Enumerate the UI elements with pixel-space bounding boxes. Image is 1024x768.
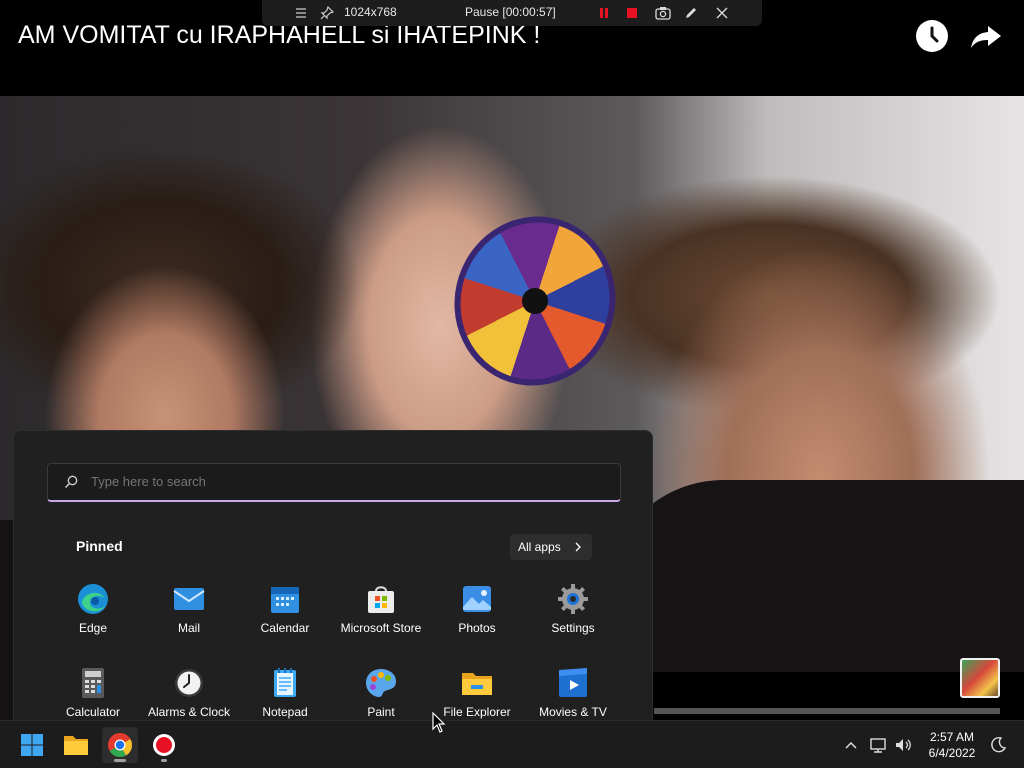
gear-icon [558, 584, 588, 614]
menu-icon[interactable] [294, 6, 308, 20]
recorder-resolution: 1024x768 [344, 5, 397, 19]
recorder-toolbar: 1024x768 Pause [00:00:57] [262, 0, 762, 26]
pinned-heading: Pinned [76, 538, 123, 554]
app-label: Movies & TV [539, 705, 607, 719]
app-calendar[interactable]: Calendar [237, 583, 333, 653]
app-label: Photos [458, 621, 496, 635]
search-input[interactable] [91, 474, 591, 489]
clock-date: 6/4/2022 [928, 746, 976, 760]
clock-time: 2:57 AM [929, 730, 975, 744]
channel-avatar[interactable] [960, 658, 1000, 698]
windows-start-icon [21, 734, 43, 756]
video-progress-bar[interactable] [654, 708, 1000, 714]
app-microsoft-store[interactable]: Microsoft Store [333, 583, 429, 653]
video-spin-wheel-hub [522, 288, 548, 314]
start-search-box[interactable] [47, 463, 621, 502]
app-label: Settings [551, 621, 595, 635]
start-menu: Pinned All apps Edge Mail [13, 430, 653, 728]
pin-icon[interactable] [320, 6, 334, 20]
calculator-icon [82, 668, 104, 698]
camera-icon[interactable] [655, 5, 671, 21]
chrome-icon [108, 733, 132, 758]
network-icon[interactable] [868, 735, 888, 755]
watch-later-button[interactable] [916, 20, 948, 52]
taskbar: 2:57 AM 6/4/2022 [0, 720, 1024, 768]
app-label: Microsoft Store [340, 621, 422, 635]
recorder-status: Pause [00:00:57] [465, 5, 556, 19]
store-icon [368, 586, 394, 613]
app-mail[interactable]: Mail [141, 583, 237, 653]
app-label: Calendar [260, 621, 310, 635]
app-label: Edge [78, 621, 108, 635]
app-label: Alarms & Clock [147, 705, 230, 719]
app-photos[interactable]: Photos [429, 583, 525, 653]
taskbar-clock[interactable]: 2:57 AM 6/4/2022 [910, 729, 994, 761]
clock-icon [175, 669, 203, 697]
mouse-cursor-icon [432, 712, 446, 733]
running-indicator [114, 759, 126, 762]
pencil-icon[interactable] [683, 5, 699, 21]
edge-icon [78, 584, 108, 614]
app-label: Notepad [262, 705, 308, 719]
file-explorer-icon [64, 736, 88, 755]
all-apps-label: All apps [518, 540, 561, 554]
share-arrow-icon [971, 26, 1001, 48]
start-button[interactable] [14, 727, 50, 763]
app-label: Paint [367, 705, 395, 719]
chevron-right-icon [575, 542, 581, 552]
taskbar-file-explorer[interactable] [58, 727, 94, 763]
app-label: Calculator [65, 705, 121, 719]
app-settings[interactable]: Settings [525, 583, 621, 653]
moon-icon[interactable] [988, 735, 1008, 755]
notepad-icon [274, 668, 296, 697]
chevron-up-icon[interactable] [841, 735, 861, 755]
pause-icon[interactable] [597, 6, 611, 20]
movies-icon [559, 668, 587, 697]
folder-icon [462, 673, 492, 695]
stop-icon[interactable] [625, 6, 639, 20]
clock-icon [930, 26, 939, 43]
close-icon[interactable] [715, 6, 729, 20]
share-button[interactable] [968, 20, 1004, 52]
photos-icon [463, 586, 491, 612]
mail-icon [173, 588, 205, 610]
screen: AM VOMITAT cu IRAPHAHELL si IHATEPINK ! … [0, 0, 1024, 768]
record-icon [153, 734, 175, 756]
taskbar-recorder[interactable] [146, 727, 182, 763]
app-edge[interactable]: Edge [45, 583, 141, 653]
paint-icon [366, 669, 396, 697]
taskbar-chrome[interactable] [102, 727, 138, 763]
app-label: Mail [177, 621, 200, 635]
all-apps-button[interactable]: All apps [510, 534, 592, 560]
running-indicator [161, 759, 167, 762]
calendar-icon [271, 587, 299, 613]
search-icon [64, 475, 78, 489]
